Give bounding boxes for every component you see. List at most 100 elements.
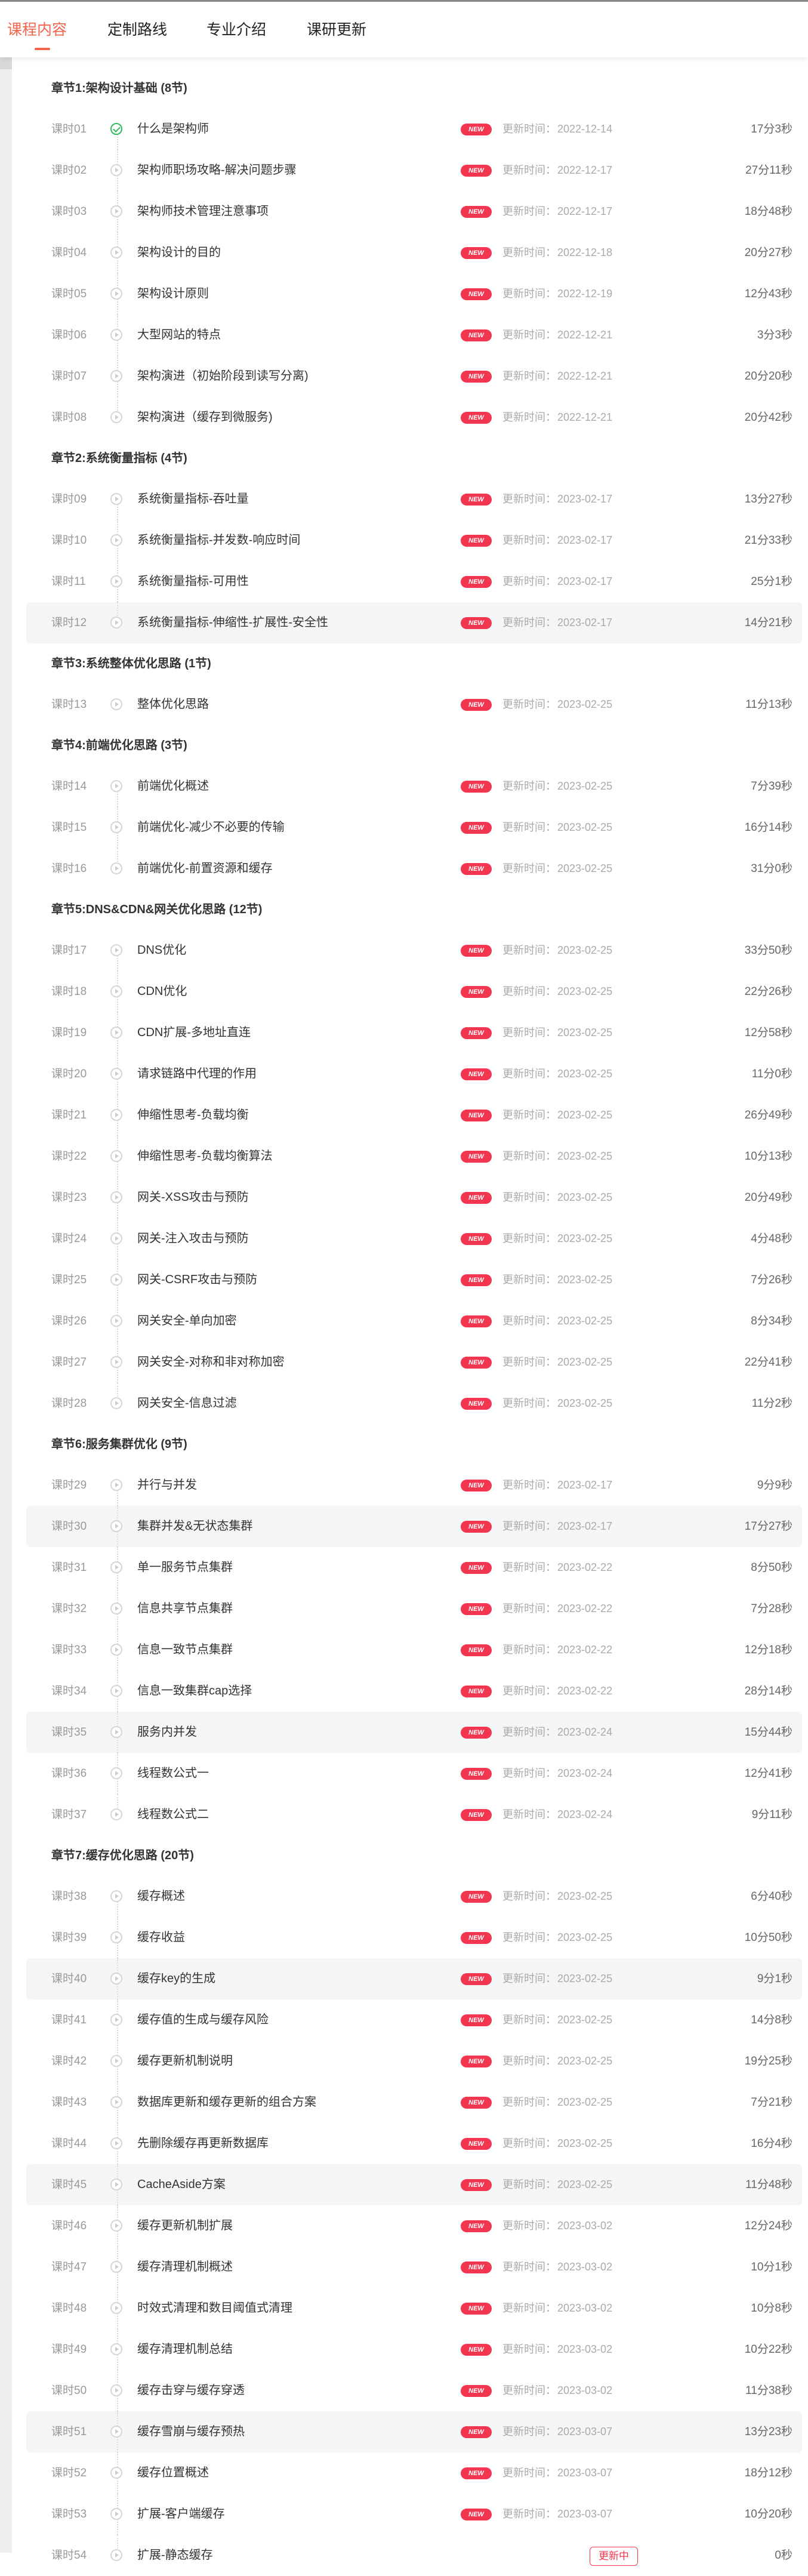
lesson-title[interactable]: 架构师技术管理注意事项 [137, 191, 269, 232]
lesson-title[interactable]: 伸缩性思考-负载均衡算法 [137, 1136, 273, 1177]
lesson-row[interactable]: 课时08 架构演进（缓存到微服务) NEW 更新时间： 2022-12-21 20分42秒 [26, 397, 802, 438]
lesson-title[interactable]: 架构师职场攻略-解决问题步骤 [137, 150, 297, 191]
lesson-title[interactable]: 系统衡量指标-吞吐量 [137, 479, 249, 520]
lesson-row[interactable]: 课时54 扩展-静态缓存 更新中 0秒 [26, 2535, 802, 2576]
tab-custom-route[interactable]: 定制路线 [107, 18, 167, 42]
lesson-row[interactable]: 课时25 网关-CSRF攻击与预防 NEW 更新时间： 2023-02-25 7分26秒 [26, 1259, 802, 1301]
lesson-title[interactable]: 信息共享节点集群 [137, 1588, 233, 1629]
lesson-row[interactable]: 课时14 前端优化概述 NEW 更新时间： 2023-02-25 7分39秒 [26, 766, 802, 807]
lesson-row[interactable]: 课时01 什么是架构师 NEW 更新时间： 2022-12-14 17分3秒 [26, 109, 802, 150]
lesson-title[interactable]: 时效式清理和数目阈值式清理 [137, 2288, 292, 2329]
lesson-row[interactable]: 课时16 前端优化-前置资源和缓存 NEW 更新时间： 2023-02-25 31分0秒 [26, 848, 802, 889]
lesson-title[interactable]: 缓存位置概述 [137, 2452, 209, 2494]
lesson-title[interactable]: 网关安全-信息过滤 [137, 1383, 237, 1424]
lesson-title[interactable]: 缓存值的生成与缓存风险 [137, 1999, 269, 2041]
lesson-row[interactable]: 课时41 缓存值的生成与缓存风险 NEW 更新时间： 2023-02-25 14分8秒 [26, 1999, 802, 2041]
lesson-title[interactable]: 缓存清理机制总结 [137, 2329, 233, 2370]
lesson-row[interactable]: 课时45 CacheAside方案 NEW 更新时间： 2023-02-25 11分48秒 [26, 2164, 802, 2205]
lesson-row[interactable]: 课时17 DNS优化 NEW 更新时间： 2023-02-25 33分50秒 [26, 930, 802, 971]
lesson-title[interactable]: 网关-CSRF攻击与预防 [137, 1259, 257, 1301]
lesson-row[interactable]: 课时27 网关安全-对称和非对称加密 NEW 更新时间： 2023-02-25 22分41… [26, 1342, 802, 1383]
lesson-row[interactable]: 课时13 整体优化思路 NEW 更新时间： 2023-02-25 11分13秒 [26, 684, 802, 725]
lesson-title[interactable]: 架构设计的目的 [137, 232, 221, 273]
lesson-row[interactable]: 课时11 系统衡量指标-可用性 NEW 更新时间： 2023-02-17 25分1秒 [26, 561, 802, 602]
lesson-row[interactable]: 课时42 缓存更新机制说明 NEW 更新时间： 2023-02-25 19分25秒 [26, 2041, 802, 2082]
lesson-row[interactable]: 课时49 缓存清理机制总结 NEW 更新时间： 2023-03-02 10分22秒 [26, 2329, 802, 2370]
lesson-title[interactable]: 先删除缓存再更新数据库 [137, 2123, 269, 2164]
tab-course-content[interactable]: 课程内容 [7, 18, 67, 42]
tab-course-updates[interactable]: 课研更新 [307, 18, 366, 42]
lesson-row[interactable]: 课时33 信息一致节点集群 NEW 更新时间： 2023-02-22 12分18秒 [26, 1629, 802, 1671]
lesson-title[interactable]: 缓存更新机制扩展 [137, 2205, 233, 2247]
lesson-row[interactable]: 课时22 伸缩性思考-负载均衡算法 NEW 更新时间： 2023-02-25 10分13秒 [26, 1136, 802, 1177]
lesson-title[interactable]: 系统衡量指标-伸缩性-扩展性-安全性 [137, 602, 328, 643]
lesson-row[interactable]: 课时29 并行与并发 NEW 更新时间： 2023-02-17 9分9秒 [26, 1465, 802, 1506]
lesson-title[interactable]: 前端优化-减少不必要的传输 [137, 807, 285, 848]
lesson-title[interactable]: 缓存key的生成 [137, 1958, 215, 1999]
lesson-row[interactable]: 课时34 信息一致集群cap选择 NEW 更新时间： 2023-02-22 28分14秒 [26, 1671, 802, 1712]
lesson-title[interactable]: 什么是架构师 [137, 109, 209, 150]
lesson-row[interactable]: 课时18 CDN优化 NEW 更新时间： 2023-02-25 22分26秒 [26, 971, 802, 1012]
lesson-title[interactable]: CDN扩展-多地址直连 [137, 1012, 251, 1053]
lesson-row[interactable]: 课时06 大型网站的特点 NEW 更新时间： 2022-12-21 3分3秒 [26, 315, 802, 356]
lesson-row[interactable]: 课时05 架构设计原则 NEW 更新时间： 2022-12-19 12分43秒 [26, 273, 802, 315]
lesson-row[interactable]: 课时43 数据库更新和缓存更新的组合方案 NEW 更新时间： 2023-02-25 7分2… [26, 2082, 802, 2123]
lesson-row[interactable]: 课时12 系统衡量指标-伸缩性-扩展性-安全性 NEW 更新时间： 2023-02-17… [26, 602, 802, 643]
lesson-title[interactable]: 数据库更新和缓存更新的组合方案 [137, 2082, 316, 2123]
lesson-row[interactable]: 课时09 系统衡量指标-吞吐量 NEW 更新时间： 2023-02-17 13分27秒 [26, 479, 802, 520]
lesson-title[interactable]: 请求链路中代理的作用 [137, 1053, 257, 1095]
lesson-title[interactable]: 网关安全-单向加密 [137, 1301, 237, 1342]
lesson-row[interactable]: 课时32 信息共享节点集群 NEW 更新时间： 2023-02-22 7分28秒 [26, 1588, 802, 1629]
lesson-row[interactable]: 课时03 架构师技术管理注意事项 NEW 更新时间： 2022-12-17 18分48秒 [26, 191, 802, 232]
lesson-row[interactable]: 课时28 网关安全-信息过滤 NEW 更新时间： 2023-02-25 11分2秒 [26, 1383, 802, 1424]
lesson-row[interactable]: 课时07 架构演进（初始阶段到读写分离) NEW 更新时间： 2022-12-21 20分… [26, 356, 802, 397]
lesson-title[interactable]: 整体优化思路 [137, 684, 209, 725]
lesson-row[interactable]: 课时36 线程数公式一 NEW 更新时间： 2023-02-24 12分41秒 [26, 1753, 802, 1794]
lesson-row[interactable]: 课时35 服务内并发 NEW 更新时间： 2023-02-24 15分44秒 [26, 1712, 802, 1753]
lesson-title[interactable]: 架构演进（初始阶段到读写分离) [137, 356, 309, 397]
lesson-row[interactable]: 课时02 架构师职场攻略-解决问题步骤 NEW 更新时间： 2022-12-17 27分1… [26, 150, 802, 191]
lesson-title[interactable]: 缓存雪崩与缓存预热 [137, 2411, 245, 2452]
lesson-row[interactable]: 课时40 缓存key的生成 NEW 更新时间： 2023-02-25 9分1秒 [26, 1958, 802, 1999]
lesson-title[interactable]: 缓存更新机制说明 [137, 2041, 233, 2082]
lesson-row[interactable]: 课时51 缓存雪崩与缓存预热 NEW 更新时间： 2023-03-07 13分23秒 [26, 2411, 802, 2452]
lesson-row[interactable]: 课时52 缓存位置概述 NEW 更新时间： 2023-03-07 18分12秒 [26, 2452, 802, 2494]
lesson-title[interactable]: 网关安全-对称和非对称加密 [137, 1342, 285, 1383]
lesson-row[interactable]: 课时21 伸缩性思考-负载均衡 NEW 更新时间： 2023-02-25 26分49秒 [26, 1095, 802, 1136]
lesson-title[interactable]: DNS优化 [137, 930, 186, 971]
lesson-title[interactable]: 单一服务节点集群 [137, 1547, 233, 1588]
lesson-title[interactable]: 缓存概述 [137, 1876, 185, 1917]
lesson-row[interactable]: 课时44 先删除缓存再更新数据库 NEW 更新时间： 2023-02-25 16分4秒 [26, 2123, 802, 2164]
lesson-row[interactable]: 课时37 线程数公式二 NEW 更新时间： 2023-02-24 9分11秒 [26, 1794, 802, 1835]
lesson-row[interactable]: 课时30 集群并发&无状态集群 NEW 更新时间： 2023-02-17 17分27秒 [26, 1506, 802, 1547]
lesson-row[interactable]: 课时50 缓存击穿与缓存穿透 NEW 更新时间： 2023-03-02 11分38秒 [26, 2370, 802, 2411]
lesson-row[interactable]: 课时38 缓存概述 NEW 更新时间： 2023-02-25 6分40秒 [26, 1876, 802, 1917]
lesson-title[interactable]: 伸缩性思考-负载均衡 [137, 1095, 249, 1136]
lesson-title[interactable]: CacheAside方案 [137, 2164, 226, 2205]
lesson-row[interactable]: 课时24 网关-注入攻击与预防 NEW 更新时间： 2023-02-25 4分48秒 [26, 1218, 802, 1259]
lesson-title[interactable]: 架构演进（缓存到微服务) [137, 397, 273, 438]
lesson-row[interactable]: 课时26 网关安全-单向加密 NEW 更新时间： 2023-02-25 8分34秒 [26, 1301, 802, 1342]
lesson-row[interactable]: 课时19 CDN扩展-多地址直连 NEW 更新时间： 2023-02-25 12分58秒 [26, 1012, 802, 1053]
lesson-row[interactable]: 课时53 扩展-客户端缓存 NEW 更新时间： 2023-03-07 10分20秒 [26, 2494, 802, 2535]
lesson-row[interactable]: 课时39 缓存收益 NEW 更新时间： 2023-02-25 10分50秒 [26, 1917, 802, 1958]
lesson-title[interactable]: 网关-XSS攻击与预防 [137, 1177, 249, 1218]
lesson-title[interactable]: 线程数公式一 [137, 1753, 209, 1794]
lesson-title[interactable]: 网关-注入攻击与预防 [137, 1218, 249, 1259]
lesson-title[interactable]: 大型网站的特点 [137, 315, 221, 356]
lesson-row[interactable]: 课时31 单一服务节点集群 NEW 更新时间： 2023-02-22 8分50秒 [26, 1547, 802, 1588]
lesson-title[interactable]: 架构设计原则 [137, 273, 209, 315]
lesson-title[interactable]: 服务内并发 [137, 1712, 197, 1753]
lesson-row[interactable]: 课时04 架构设计的目的 NEW 更新时间： 2022-12-18 20分27秒 [26, 232, 802, 273]
lesson-title[interactable]: 缓存收益 [137, 1917, 185, 1958]
lesson-row[interactable]: 课时23 网关-XSS攻击与预防 NEW 更新时间： 2023-02-25 20分49秒 [26, 1177, 802, 1218]
lesson-title[interactable]: 缓存击穿与缓存穿透 [137, 2370, 245, 2411]
lesson-title[interactable]: CDN优化 [137, 971, 187, 1012]
lesson-title[interactable]: 扩展-静态缓存 [137, 2535, 213, 2576]
lesson-title[interactable]: 集群并发&无状态集群 [137, 1506, 252, 1547]
lesson-title[interactable]: 扩展-客户端缓存 [137, 2494, 225, 2535]
lesson-title[interactable]: 前端优化-前置资源和缓存 [137, 848, 273, 889]
lesson-title[interactable]: 信息一致节点集群 [137, 1629, 233, 1671]
lesson-title[interactable]: 信息一致集群cap选择 [137, 1671, 252, 1712]
lesson-row[interactable]: 课时15 前端优化-减少不必要的传输 NEW 更新时间： 2023-02-25 16分14… [26, 807, 802, 848]
